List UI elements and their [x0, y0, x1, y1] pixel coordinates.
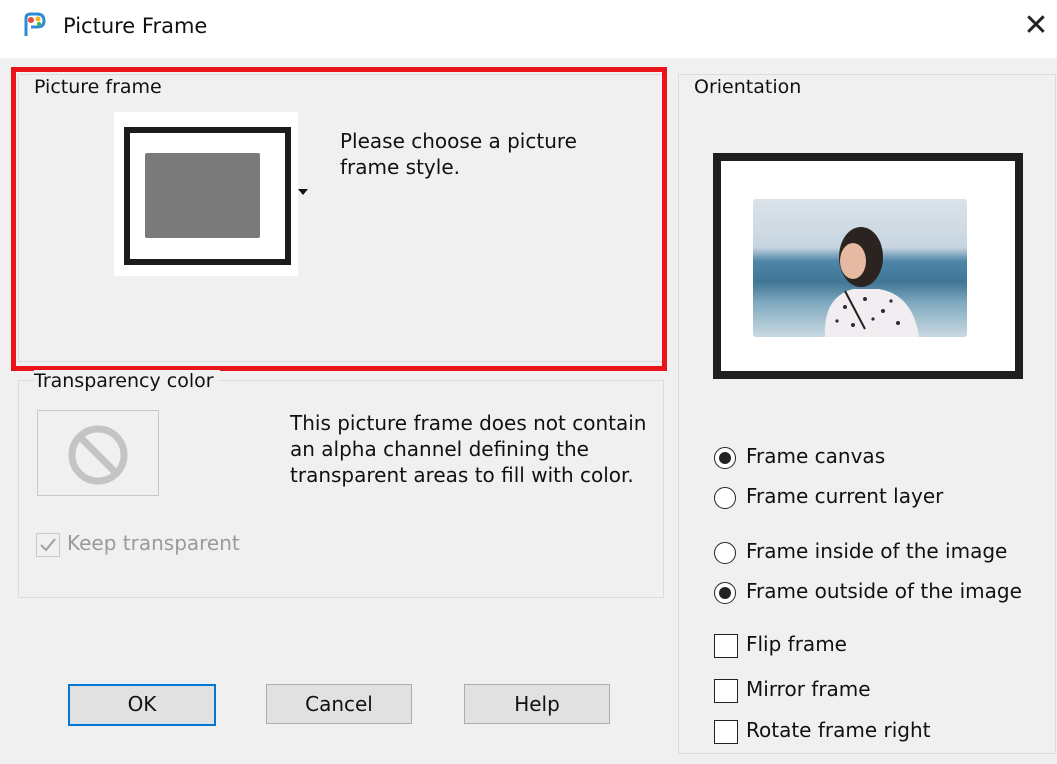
cancel-button[interactable]: Cancel — [266, 684, 412, 724]
flip-frame-label: Flip frame — [746, 632, 847, 656]
window-title: Picture Frame — [63, 14, 208, 38]
orientation-label: Orientation — [694, 76, 808, 98]
transparency-color-label: Transparency color — [34, 370, 220, 392]
frame-style-picker[interactable] — [114, 112, 298, 276]
help-button[interactable]: Help — [464, 684, 610, 724]
frame-preview — [713, 153, 1023, 379]
picture-frame-label: Picture frame — [34, 76, 168, 98]
checkmark-icon — [40, 538, 56, 552]
woman-at-sea-photo-icon — [824, 227, 919, 337]
frame-style-dropdown-arrow-icon[interactable] — [298, 189, 308, 195]
no-symbol-icon — [68, 425, 128, 485]
radio-unselected-icon — [714, 542, 736, 564]
title-bar: Picture Frame ✕ — [0, 0, 1057, 58]
frame-thumbnail-image — [145, 153, 260, 238]
paintshop-app-icon — [24, 12, 46, 36]
keep-transparent-box — [36, 533, 60, 557]
checkbox-unchecked-icon — [714, 720, 738, 744]
transparency-color-swatch — [37, 410, 159, 496]
frame-outside-label: Frame outside of the image — [746, 579, 1022, 603]
radio-selected-icon — [714, 447, 736, 469]
alpha-channel-info: This picture frame does not contain an a… — [290, 411, 647, 487]
frame-style-thumbnail — [124, 127, 291, 265]
frame-canvas-label: Frame canvas — [746, 444, 886, 468]
mirror-frame-label: Mirror frame — [746, 677, 871, 701]
radio-unselected-icon — [714, 487, 736, 509]
checkbox-unchecked-icon — [714, 679, 738, 703]
close-button[interactable]: ✕ — [1018, 6, 1054, 46]
ok-button[interactable]: OK — [68, 684, 216, 726]
radio-selected-icon — [714, 582, 736, 604]
preview-photo — [753, 199, 967, 337]
checkbox-unchecked-icon — [714, 634, 738, 658]
frame-current-layer-label: Frame current layer — [746, 484, 944, 508]
rotate-frame-right-label: Rotate frame right — [746, 718, 931, 742]
frame-style-instructions: Please choose a picture frame style. — [340, 129, 577, 179]
keep-transparent-label: Keep transparent — [67, 531, 240, 555]
frame-inside-label: Frame inside of the image — [746, 539, 1008, 563]
